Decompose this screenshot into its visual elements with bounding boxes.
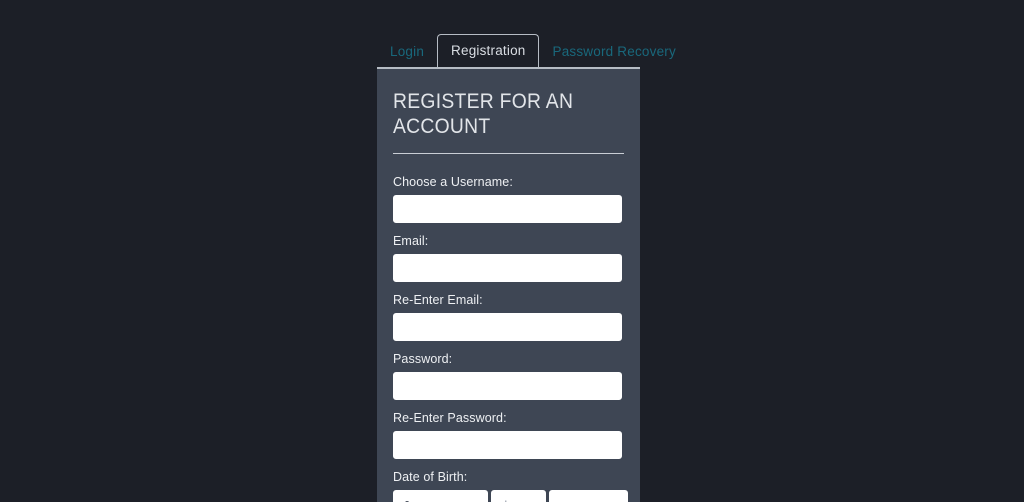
tab-password-recovery[interactable]: Password Recovery	[539, 36, 688, 68]
dob-year-input[interactable]	[549, 490, 628, 502]
reenter-password-label: Re-Enter Password:	[393, 411, 507, 425]
reenter-password-input[interactable]	[393, 431, 622, 459]
registration-panel: REGISTER FOR AN ACCOUNT Choose a Usernam…	[377, 67, 640, 502]
tab-registration[interactable]: Registration	[437, 33, 540, 67]
username-label: Choose a Username:	[393, 175, 513, 189]
date-of-birth-row: JanuaryFebruaryMarchAprilMayJuneJulyAugu…	[393, 490, 628, 502]
dob-month-select[interactable]: JanuaryFebruaryMarchAprilMayJuneJulyAugu…	[393, 490, 488, 502]
title-divider	[393, 153, 624, 154]
email-input[interactable]	[393, 254, 622, 282]
page-title: REGISTER FOR AN ACCOUNT	[393, 90, 574, 138]
date-of-birth-label: Date of Birth:	[393, 470, 468, 484]
email-label: Email:	[393, 234, 429, 248]
password-label: Password:	[393, 352, 453, 366]
tab-login[interactable]: Login	[377, 36, 437, 68]
dob-month-wrapper: JanuaryFebruaryMarchAprilMayJuneJulyAugu…	[393, 490, 488, 502]
username-input[interactable]	[393, 195, 622, 223]
auth-tab-bar: Login Registration Password Recovery	[377, 33, 676, 68]
password-input[interactable]	[393, 372, 622, 400]
reenter-email-label: Re-Enter Email:	[393, 293, 483, 307]
dob-day-input[interactable]	[491, 490, 546, 502]
reenter-email-input[interactable]	[393, 313, 622, 341]
registration-page: Login Registration Password Recovery REG…	[0, 0, 1024, 502]
